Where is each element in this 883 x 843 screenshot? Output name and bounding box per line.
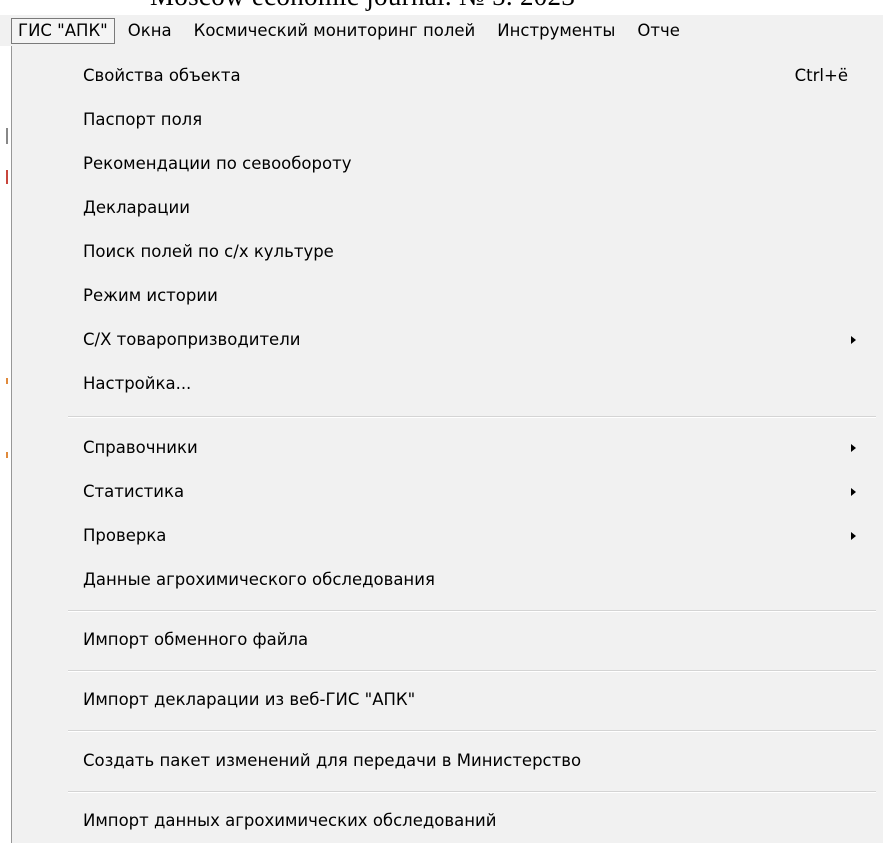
menubar-item-gis-apk[interactable]: ГИС "АПК" [11, 17, 115, 44]
background-document-caption: Moscow economic journal. № 5. 2023 [150, 0, 575, 12]
menu-item-label: Рекомендации по севообороту [83, 154, 352, 173]
menu-item-shortcut: Ctrl+ё [794, 66, 848, 85]
left-edge-mark [6, 378, 8, 384]
menu-separator [68, 791, 876, 793]
left-edge-mark [6, 452, 8, 458]
menu-item-label: Данные агрохимического обследования [83, 570, 435, 589]
left-edge-mark [6, 128, 8, 144]
menu-item-create-change-package[interactable]: Создать пакет изменений для передачи в М… [68, 743, 876, 779]
menu-item-object-properties[interactable]: Свойства объекта Ctrl+ё [68, 58, 876, 94]
submenu-arrow-icon [851, 488, 856, 496]
menu-separator [68, 610, 876, 612]
menu-item-label: Паспорт поля [83, 110, 203, 129]
menu-item-declarations[interactable]: Декларации [68, 190, 876, 226]
menu-item-label: Импорт обменного файла [83, 630, 309, 649]
menu-item-label: Поиск полей по с/х культуре [83, 242, 334, 261]
menu-separator [68, 416, 876, 418]
menu-item-crop-rotation[interactable]: Рекомендации по севообороту [68, 146, 876, 182]
menubar-item-tools[interactable]: Инструменты [488, 18, 624, 44]
menubar: ГИС "АПК" Окна Космический мониторинг по… [0, 15, 883, 46]
menu-item-history-mode[interactable]: Режим истории [68, 278, 876, 314]
menu-item-label: Импорт данных агрохимических обследовани… [83, 811, 497, 830]
menu-item-agrochem-survey-data[interactable]: Данные агрохимического обследования [68, 562, 876, 598]
menu-item-check[interactable]: Проверка [68, 518, 876, 554]
dropdown-menu: Свойства объекта Ctrl+ё Паспорт поля Рек… [11, 46, 883, 843]
submenu-arrow-icon [851, 336, 856, 344]
menu-item-import-exchange-file[interactable]: Импорт обменного файла [68, 622, 876, 658]
submenu-arrow-icon [851, 532, 856, 540]
menu-item-statistics[interactable]: Статистика [68, 474, 876, 510]
menu-item-label: Импорт декларации из веб-ГИС "АПК" [83, 690, 416, 709]
menu-item-label: Справочники [83, 438, 198, 457]
menu-item-label: Статистика [83, 482, 185, 501]
menubar-item-reports[interactable]: Отче [628, 18, 689, 44]
screen: Moscow economic journal. № 5. 2023 ГИС "… [0, 0, 883, 843]
menu-icon-gutter [12, 46, 64, 843]
menu-item-import-agrochem-surveys[interactable]: Импорт данных агрохимических обследовани… [68, 803, 876, 839]
menu-item-label: Создать пакет изменений для передачи в М… [83, 751, 582, 770]
menubar-item-windows[interactable]: Окна [119, 18, 181, 44]
menu-item-label: Декларации [83, 198, 190, 217]
menu-item-label: С/Х товаропризводители [83, 330, 301, 349]
left-edge-mark [6, 170, 8, 184]
menu-item-label: Свойства объекта [83, 66, 241, 85]
menu-item-label: Режим истории [83, 286, 218, 305]
menu-item-label: Настройка... [83, 374, 192, 393]
submenu-arrow-icon [851, 444, 856, 452]
menu-item-settings[interactable]: Настройка... [68, 366, 876, 402]
menu-separator [68, 670, 876, 672]
menu-separator [68, 730, 876, 732]
menu-item-agri-producers[interactable]: С/Х товаропризводители [68, 322, 876, 358]
menubar-item-space-monitoring[interactable]: Космический мониторинг полей [185, 18, 485, 44]
menu-item-import-declaration-web-gis[interactable]: Импорт декларации из веб-ГИС "АПК" [68, 682, 876, 718]
menu-item-reference-books[interactable]: Справочники [68, 430, 876, 466]
menu-item-field-passport[interactable]: Паспорт поля [68, 102, 876, 138]
menu-item-label: Проверка [83, 526, 167, 545]
menu-item-search-by-crop[interactable]: Поиск полей по с/х культуре [68, 234, 876, 270]
